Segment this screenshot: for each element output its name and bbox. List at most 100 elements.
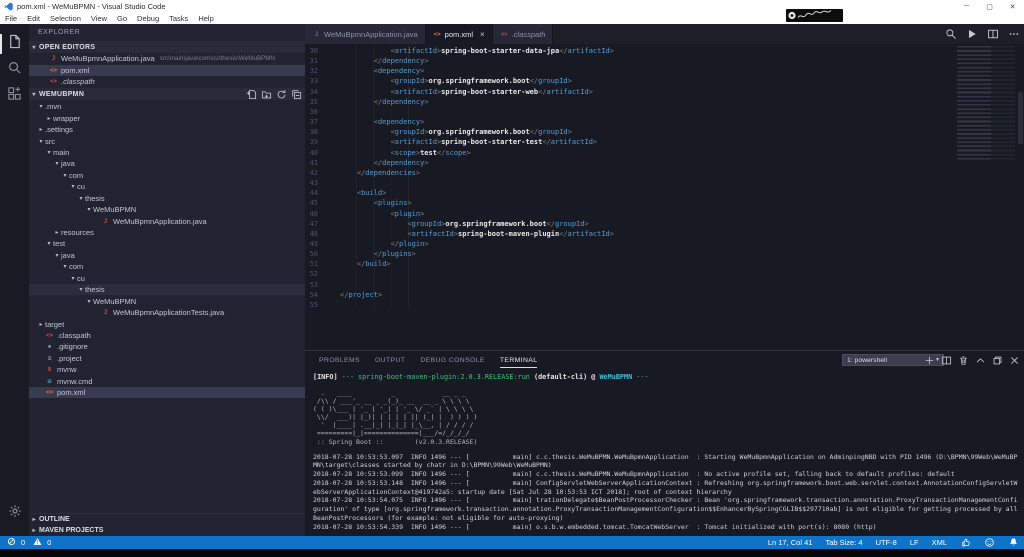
tree-item-mvnw.cmd[interactable]: ⊞ mvnw.cmd: [29, 376, 305, 387]
code-line[interactable]: 39 <artifactId>spring-boot-starter-test<…: [305, 137, 1024, 147]
code-line[interactable]: 36: [305, 107, 1024, 117]
close-tab-icon[interactable]: ×: [480, 30, 485, 39]
tree-item-.project[interactable]: ≡ .project: [29, 353, 305, 364]
more-actions-icon[interactable]: [1008, 28, 1020, 40]
code-line[interactable]: 48 <artifactId>spring-boot-maven-plugin<…: [305, 229, 1024, 239]
minimap[interactable]: [957, 46, 1015, 162]
new-file-icon[interactable]: [246, 89, 257, 100]
activity-extensions-icon[interactable]: [0, 83, 29, 109]
preview-icon[interactable]: [945, 28, 957, 40]
activity-explorer-icon[interactable]: [0, 31, 29, 57]
smiley-icon[interactable]: [984, 537, 995, 548]
tab-WeMuBpmnApplication.java[interactable]: J WeMuBpmnApplication.java: [305, 24, 426, 44]
status-item-xml[interactable]: XML: [932, 538, 947, 547]
tree-item-java[interactable]: ▾ java: [29, 250, 305, 261]
code-content[interactable]: 30 <artifactId>spring-boot-starter-data-…: [305, 46, 1024, 311]
code-line[interactable]: 45 <plugins>: [305, 198, 1024, 208]
restore-panel-icon[interactable]: [992, 355, 1003, 366]
menu-item-go[interactable]: Go: [112, 14, 132, 23]
tree-item-com[interactable]: ▾ com: [29, 261, 305, 272]
menu-item-debug[interactable]: Debug: [132, 14, 164, 23]
panel-tab-output[interactable]: OUTPUT: [375, 353, 405, 368]
code-line[interactable]: 47 <groupId>org.springframework.boot</gr…: [305, 219, 1024, 229]
minimize-button[interactable]: ─: [955, 0, 978, 13]
tree-item-target[interactable]: ▸ target: [29, 318, 305, 329]
code-line[interactable]: 32 <dependency>: [305, 66, 1024, 76]
tree-item-test[interactable]: ▾ test: [29, 238, 305, 249]
activity-settings[interactable]: [0, 500, 29, 526]
code-line[interactable]: 40 <scope>test</scope>: [305, 148, 1024, 158]
tree-item-WeMuBPMN[interactable]: ▾ WeMuBPMN: [29, 204, 305, 215]
panel-tab-terminal[interactable]: TERMINAL: [499, 353, 538, 368]
code-line[interactable]: 35 </dependency>: [305, 97, 1024, 107]
tree-item-src[interactable]: ▾ src: [29, 135, 305, 146]
code-line[interactable]: 50 </plugins>: [305, 249, 1024, 259]
collapse-all-icon[interactable]: [291, 89, 302, 100]
section-maven-projects[interactable]: ▸ MAVEN PROJECTS: [29, 525, 305, 536]
tree-item-.classpath[interactable]: <> .classpath: [29, 330, 305, 341]
open-editor-item[interactable]: <> pom.xml: [29, 64, 305, 77]
tree-item-WeMuBpmnApplicationTests.java[interactable]: J WeMuBpmnApplicationTests.java: [29, 307, 305, 318]
code-line[interactable]: 52: [305, 269, 1024, 279]
tree-item-WeMuBpmnApplication.java[interactable]: J WeMuBpmnApplication.java: [29, 215, 305, 226]
code-line[interactable]: 55: [305, 300, 1024, 310]
open-editors-header[interactable]: ▾ OPEN EDITORS: [29, 41, 305, 53]
tab-pom.xml[interactable]: <> pom.xml ×: [425, 24, 493, 44]
menu-item-selection[interactable]: Selection: [45, 14, 86, 23]
code-line[interactable]: 49 </plugin>: [305, 239, 1024, 249]
menu-item-edit[interactable]: Edit: [22, 14, 45, 23]
code-line[interactable]: 46 <plugin>: [305, 209, 1024, 219]
tree-item-cu[interactable]: ▾ cu: [29, 273, 305, 284]
status-item-tab-size-4[interactable]: Tab Size: 4: [825, 538, 862, 547]
tree-item-wrapper[interactable]: ▸ wrapper: [29, 112, 305, 123]
tree-item-thesis[interactable]: ▾ thesis: [29, 284, 305, 296]
code-line[interactable]: 54 </project>: [305, 290, 1024, 300]
add-terminal-icon[interactable]: [924, 355, 935, 366]
problems-status[interactable]: 0 0: [0, 537, 51, 548]
tree-item-mvnw[interactable]: $ mvnw: [29, 364, 305, 375]
code-line[interactable]: 44 <build>: [305, 188, 1024, 198]
editor-scrollbar[interactable]: [1018, 92, 1023, 144]
code-line[interactable]: 41 </dependency>: [305, 158, 1024, 168]
feedback-icon[interactable]: [960, 537, 971, 548]
menu-item-view[interactable]: View: [86, 14, 112, 23]
maximize-panel-icon[interactable]: [975, 355, 986, 366]
code-line[interactable]: 38 <groupId>org.springframework.boot</gr…: [305, 127, 1024, 137]
tree-item-.mvn[interactable]: ▾ .mvn: [29, 101, 305, 112]
activity-search-icon[interactable]: [0, 57, 29, 83]
status-item-ln-17-col-41[interactable]: Ln 17, Col 41: [768, 538, 813, 547]
code-line[interactable]: 37 <dependency>: [305, 117, 1024, 127]
tree-item-thesis[interactable]: ▾ thesis: [29, 193, 305, 204]
tree-item-pom.xml[interactable]: <> pom.xml: [29, 386, 305, 399]
section-outline[interactable]: ▸ OUTLINE: [29, 514, 305, 525]
code-line[interactable]: 53: [305, 280, 1024, 290]
code-line[interactable]: 51 </build>: [305, 259, 1024, 269]
code-line[interactable]: 31 </dependency>: [305, 56, 1024, 66]
tree-item-.gitignore[interactable]: ◆ .gitignore: [29, 341, 305, 352]
maximize-button[interactable]: ▢: [978, 0, 1001, 13]
tab-.classpath[interactable]: <> .classpath: [492, 24, 554, 44]
new-folder-icon[interactable]: [261, 89, 272, 100]
open-editor-item[interactable]: J WeMuBpmnApplication.java src\main\java\c…: [29, 53, 305, 65]
refresh-icon[interactable]: [276, 89, 287, 100]
tree-item-.settings[interactable]: ▸ .settings: [29, 124, 305, 135]
status-item-utf-8[interactable]: UTF-8: [876, 538, 897, 547]
tree-item-main[interactable]: ▾ main: [29, 147, 305, 158]
code-editor[interactable]: 30 <artifactId>spring-boot-starter-data-…: [305, 44, 1024, 350]
project-header[interactable]: ▾ WEMUBPMN: [29, 88, 305, 100]
panel-tab-debug-console[interactable]: DEBUG CONSOLE: [420, 353, 485, 368]
menu-item-tasks[interactable]: Tasks: [164, 14, 193, 23]
tree-item-com[interactable]: ▾ com: [29, 170, 305, 181]
run-icon[interactable]: [966, 28, 978, 40]
panel-tab-problems[interactable]: PROBLEMS: [319, 353, 360, 368]
tree-item-resources[interactable]: ▸ resources: [29, 227, 305, 238]
status-item-lf[interactable]: LF: [910, 538, 919, 547]
tree-item-WeMuBPMN[interactable]: ▾ WeMuBPMN: [29, 295, 305, 306]
code-line[interactable]: 33 <groupId>org.springframework.boot</gr…: [305, 76, 1024, 86]
split-editor-icon[interactable]: [987, 28, 999, 40]
bell-icon[interactable]: [1008, 537, 1019, 548]
tree-item-java[interactable]: ▾ java: [29, 158, 305, 169]
kill-terminal-icon[interactable]: [958, 355, 969, 366]
close-panel-icon[interactable]: [1009, 355, 1020, 366]
menu-item-help[interactable]: Help: [193, 14, 218, 23]
